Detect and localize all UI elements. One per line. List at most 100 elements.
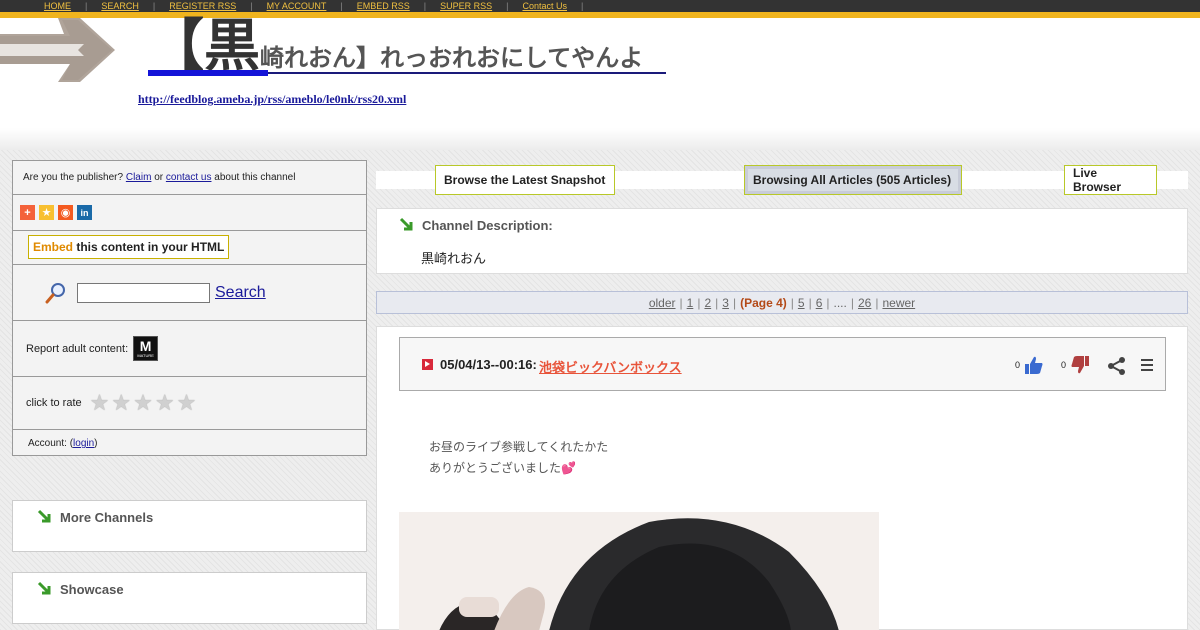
dislike-count: 0 xyxy=(1061,360,1067,370)
thumbs-up-icon[interactable] xyxy=(1024,355,1044,375)
pager-separator: | xyxy=(790,295,794,310)
nav-super-rss[interactable]: SUPER RSS xyxy=(426,0,506,12)
star-icon[interactable]: ★ xyxy=(111,392,131,414)
pager-older[interactable]: older xyxy=(649,296,676,310)
pager-page[interactable]: 2 xyxy=(704,296,711,310)
description-text: 黒崎れおん xyxy=(421,251,487,266)
search-button[interactable]: Search xyxy=(215,284,266,302)
pager-page[interactable]: 26 xyxy=(858,296,871,310)
bullet-icon xyxy=(422,359,433,370)
login-link[interactable]: login xyxy=(73,438,94,449)
title-rest: 崎れおん】れっおれおにしてやんよ xyxy=(260,45,644,72)
rate-label: click to rate xyxy=(26,397,82,409)
contact-link[interactable]: contact us xyxy=(166,172,212,183)
nav-my-account[interactable]: MY ACCOUNT xyxy=(253,0,341,12)
article-body-line: お昼のライブ参戦してくれたかた xyxy=(429,440,609,454)
publisher-suffix: about this channel xyxy=(214,172,296,183)
article-header: 05/04/13--00:16: 池袋ビックバンボックス 0 0 xyxy=(399,337,1166,391)
share-icon[interactable] xyxy=(1107,356,1127,376)
or-text: or xyxy=(154,172,164,183)
more-channels-box: More Channels xyxy=(12,500,367,552)
tab-latest-snapshot[interactable]: Browse the Latest Snapshot xyxy=(435,165,615,195)
pager-separator: | xyxy=(808,295,812,310)
article-body-text: ありがとうございました xyxy=(429,461,562,475)
pager-current: (Page 4) xyxy=(740,295,787,310)
article-date: 05/04/13--00:16: xyxy=(440,357,537,372)
mature-letter: M xyxy=(139,338,152,354)
tab-all-articles[interactable]: Browsing All Articles (505 Articles) xyxy=(744,165,962,195)
pager-separator: | xyxy=(826,295,830,310)
pager-page[interactable]: 5 xyxy=(798,296,805,310)
top-nav: HOME | SEARCH | REGISTER RSS | MY ACCOUNT | … xyxy=(30,0,583,12)
embed-highlight: Embed xyxy=(33,240,74,254)
pager-page[interactable]: 3 xyxy=(722,296,729,310)
nav-separator: | xyxy=(581,1,584,11)
embed-row: Embed this content in your HTML xyxy=(13,231,366,265)
star-icon[interactable]: ★ xyxy=(177,392,197,414)
article-photo[interactable] xyxy=(399,512,879,630)
pager-page[interactable]: 1 xyxy=(687,296,694,310)
publisher-row: Are you the publisher? Claim or contact … xyxy=(13,161,366,195)
like-count: 0 xyxy=(1015,360,1021,370)
menu-icon[interactable] xyxy=(1140,357,1154,373)
nav-home[interactable]: HOME xyxy=(30,0,85,12)
feed-url-link[interactable]: http://feedblog.ameba.jp/rss/ameblo/le0n… xyxy=(138,92,406,107)
green-arrow-icon xyxy=(37,509,51,523)
nav-search[interactable]: SEARCH xyxy=(87,0,153,12)
account-prefix: Account: ( xyxy=(28,438,74,449)
pager-separator: | xyxy=(697,295,701,310)
green-arrow-icon xyxy=(37,581,51,595)
sidebar: Are you the publisher? Claim or contact … xyxy=(12,160,367,456)
more-channels-heading[interactable]: More Channels xyxy=(13,501,366,525)
embed-rest: this content in your HTML xyxy=(76,240,225,254)
header-band xyxy=(0,128,1200,150)
pager-separator: | xyxy=(732,295,737,310)
title-underline xyxy=(148,70,268,76)
description-heading: Channel Description: xyxy=(399,217,553,233)
star-icon[interactable]: ★ xyxy=(90,392,110,414)
pager-separator: | xyxy=(679,295,683,310)
showcase-heading[interactable]: Showcase xyxy=(13,573,366,597)
nav-register-rss[interactable]: REGISTER RSS xyxy=(155,0,250,12)
mature-badge[interactable]: M MATURE xyxy=(133,336,159,361)
favorite-icon[interactable]: ★ xyxy=(39,205,54,220)
thumbs-down-icon[interactable] xyxy=(1070,355,1090,375)
addthis-icon[interactable]: + xyxy=(20,205,35,220)
showcase-label: Showcase xyxy=(60,581,124,597)
nav-embed-rss[interactable]: EMBED RSS xyxy=(343,0,424,12)
green-arrow-icon xyxy=(399,217,413,231)
pager-newer[interactable]: newer xyxy=(882,296,915,310)
title-underline-line xyxy=(268,72,666,74)
claim-link[interactable]: Claim xyxy=(126,172,152,183)
search-input[interactable] xyxy=(77,282,210,303)
tabs-row: Browse the Latest Snapshot Browsing All … xyxy=(376,165,1188,195)
account-row: Account: (login) xyxy=(13,430,366,456)
report-label: Report adult content: xyxy=(26,342,129,355)
showcase-box: Showcase xyxy=(12,572,367,624)
description-heading-label: Channel Description: xyxy=(422,217,553,233)
nav-contact-us[interactable]: Contact Us xyxy=(508,0,581,12)
rating-stars: ★ ★ ★ ★ ★ xyxy=(90,392,197,414)
tab-live-browser[interactable]: Live Browser xyxy=(1064,165,1157,195)
article-title-link[interactable]: 池袋ビックバンボックス xyxy=(539,357,682,376)
title-big: 【黒 xyxy=(148,14,260,77)
reddit-icon[interactable]: ◉ xyxy=(58,205,73,220)
channel-description: Channel Description: 黒崎れおん xyxy=(376,208,1188,274)
embed-button[interactable]: Embed this content in your HTML xyxy=(28,235,230,259)
linkedin-icon[interactable]: in xyxy=(77,205,92,220)
search-row: Search xyxy=(13,265,366,321)
report-row: Report adult content: M MATURE xyxy=(13,321,366,377)
article-body-line: ありがとうございました💕 xyxy=(429,458,608,479)
more-channels-label: More Channels xyxy=(60,509,154,525)
account-suffix: ) xyxy=(94,438,98,449)
pager-separator: | xyxy=(850,295,854,310)
pager-ellipsis: .... xyxy=(833,295,847,310)
pager-separator: | xyxy=(875,295,879,310)
arrow-logo-icon xyxy=(0,18,115,82)
page-title[interactable]: 【黒 崎れおん】れっおれおにしてやんよ xyxy=(148,14,643,74)
search-icon xyxy=(45,282,65,303)
star-icon[interactable]: ★ xyxy=(155,392,175,414)
star-icon[interactable]: ★ xyxy=(133,392,153,414)
pager-page[interactable]: 6 xyxy=(816,296,823,310)
mature-sub: MATURE xyxy=(137,353,154,358)
